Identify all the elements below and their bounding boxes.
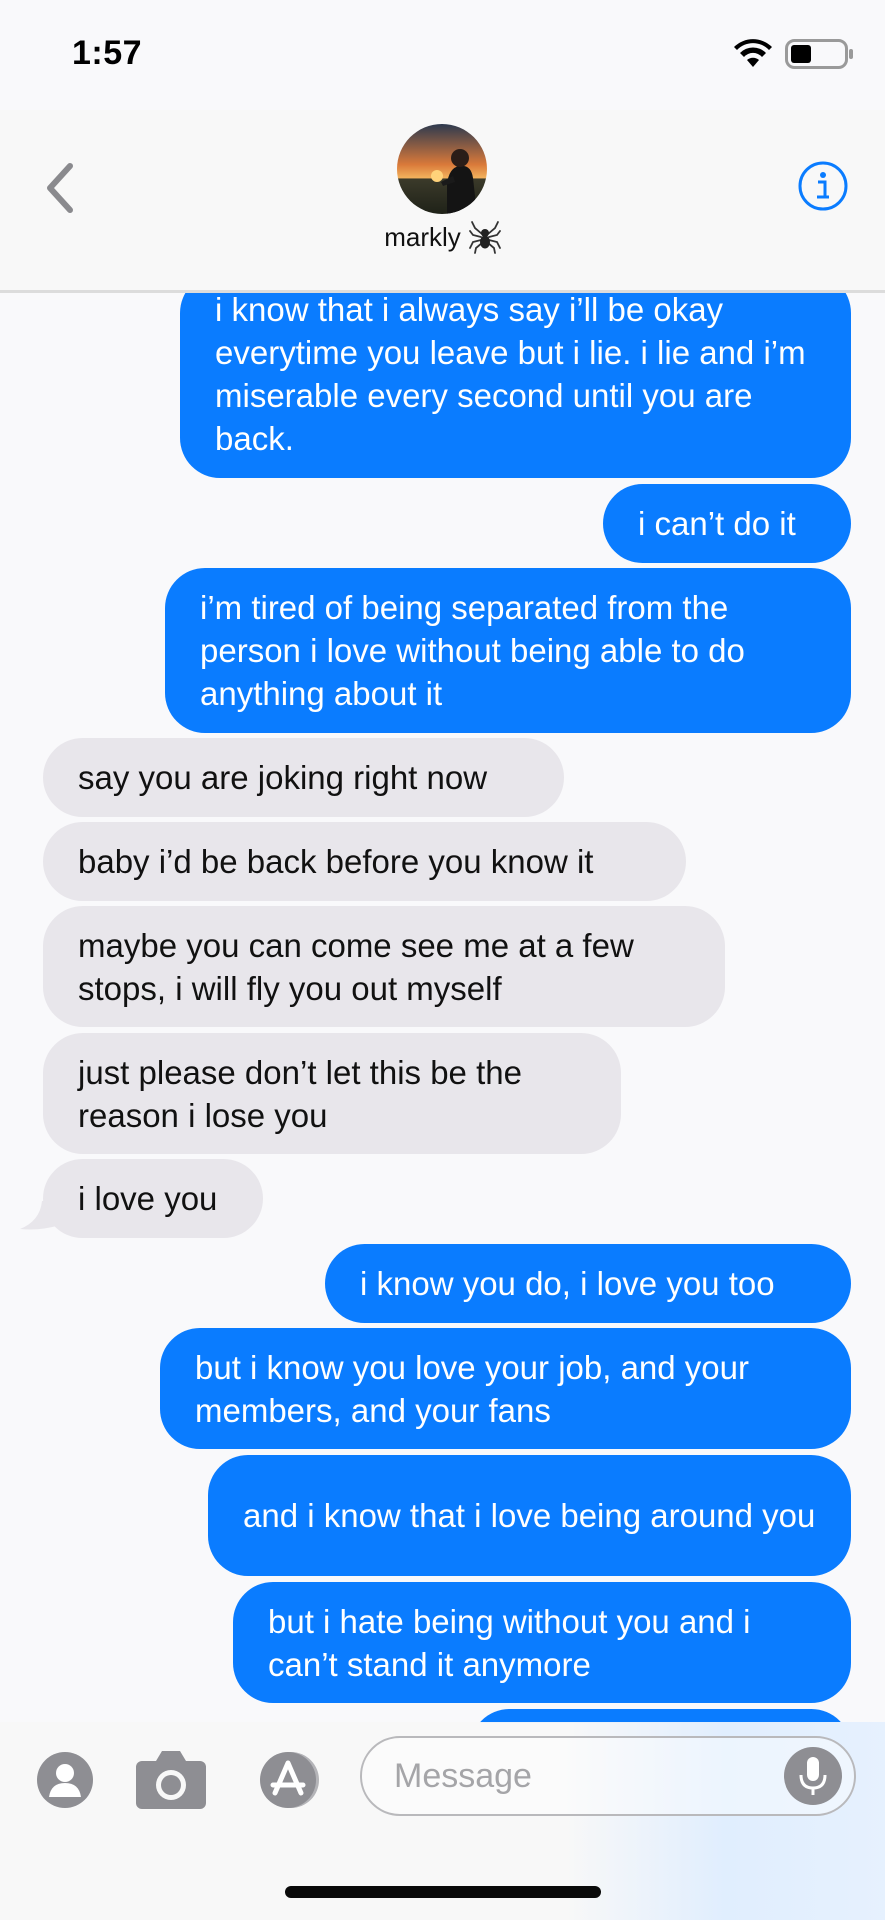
message-text: i’m tired of being separated from the pe…	[200, 589, 745, 712]
contacts-icon[interactable]	[36, 1751, 94, 1809]
message-bubble-sent[interactable]: but i hate being without you and i can’t…	[233, 1582, 851, 1703]
contact-name: markly	[384, 221, 461, 252]
message-bubble-received[interactable]: just please don’t let this be the reason…	[43, 1033, 621, 1154]
message-input[interactable]: Message	[360, 1736, 856, 1816]
message-bubble-sent[interactable]: i know that i always say i’ll be okay ev…	[180, 293, 851, 478]
message-text: and i know that i love being around you	[243, 1497, 816, 1534]
status-icons	[733, 38, 855, 70]
spider-icon	[468, 221, 501, 254]
info-icon[interactable]	[797, 160, 849, 212]
microphone-icon[interactable]	[782, 1745, 844, 1807]
message-text: just please don’t let this be the reason…	[78, 1053, 522, 1134]
avatar[interactable]	[397, 124, 487, 214]
message-text: but i hate being without you and i can’t…	[268, 1602, 751, 1683]
message-bubble-sent[interactable]: and i know that i love being around you	[208, 1455, 851, 1576]
message-bubble-sent[interactable]: i’m tired of being separated from the pe…	[165, 568, 851, 733]
message-bubble-sent[interactable]: i know you do, i love you too	[325, 1244, 851, 1323]
message-text: i love you	[78, 1180, 218, 1217]
message-bubble-received[interactable]: i love you	[43, 1159, 263, 1238]
contact-name-row[interactable]: markly	[0, 220, 885, 254]
message-list[interactable]: i know that i always say i’ll be okay ev…	[0, 293, 885, 1723]
message-bubble-sent[interactable]: but i know you love your job, and your m…	[160, 1328, 851, 1449]
battery-icon	[785, 39, 853, 69]
message-text: i can’t do it	[638, 505, 796, 542]
wifi-icon	[734, 39, 772, 67]
messages-screen: 1:57 markly i know that i always say i’l…	[0, 0, 885, 1920]
conversation-header: markly	[0, 110, 885, 293]
status-time: 1:57	[72, 34, 143, 72]
message-text: i know you do, i love you too	[360, 1265, 775, 1302]
message-text: say you are joking right now	[78, 759, 488, 796]
message-text: but i know you love your job, and your m…	[195, 1348, 749, 1429]
status-bar: 1:57	[0, 0, 885, 110]
message-bubble-received[interactable]: say you are joking right now	[43, 738, 564, 817]
home-indicator[interactable]	[285, 1886, 601, 1898]
message-text: baby i’d be back before you know it	[78, 843, 594, 880]
message-text: maybe you can come see me at a few stops…	[78, 926, 634, 1007]
app-store-icon[interactable]	[251, 1751, 329, 1809]
message-bubble-sent[interactable]: i can’t do it	[603, 484, 851, 563]
message-placeholder: Message	[394, 1757, 532, 1795]
message-bubble-received[interactable]: baby i’d be back before you know it	[43, 822, 686, 901]
message-bubble-partial	[470, 1709, 851, 1723]
message-text: i know that i always say i’ll be okay ev…	[215, 293, 806, 457]
chevron-left-icon[interactable]	[40, 158, 80, 218]
camera-icon[interactable]	[134, 1749, 208, 1811]
message-bubble-received[interactable]: maybe you can come see me at a few stops…	[43, 906, 725, 1027]
